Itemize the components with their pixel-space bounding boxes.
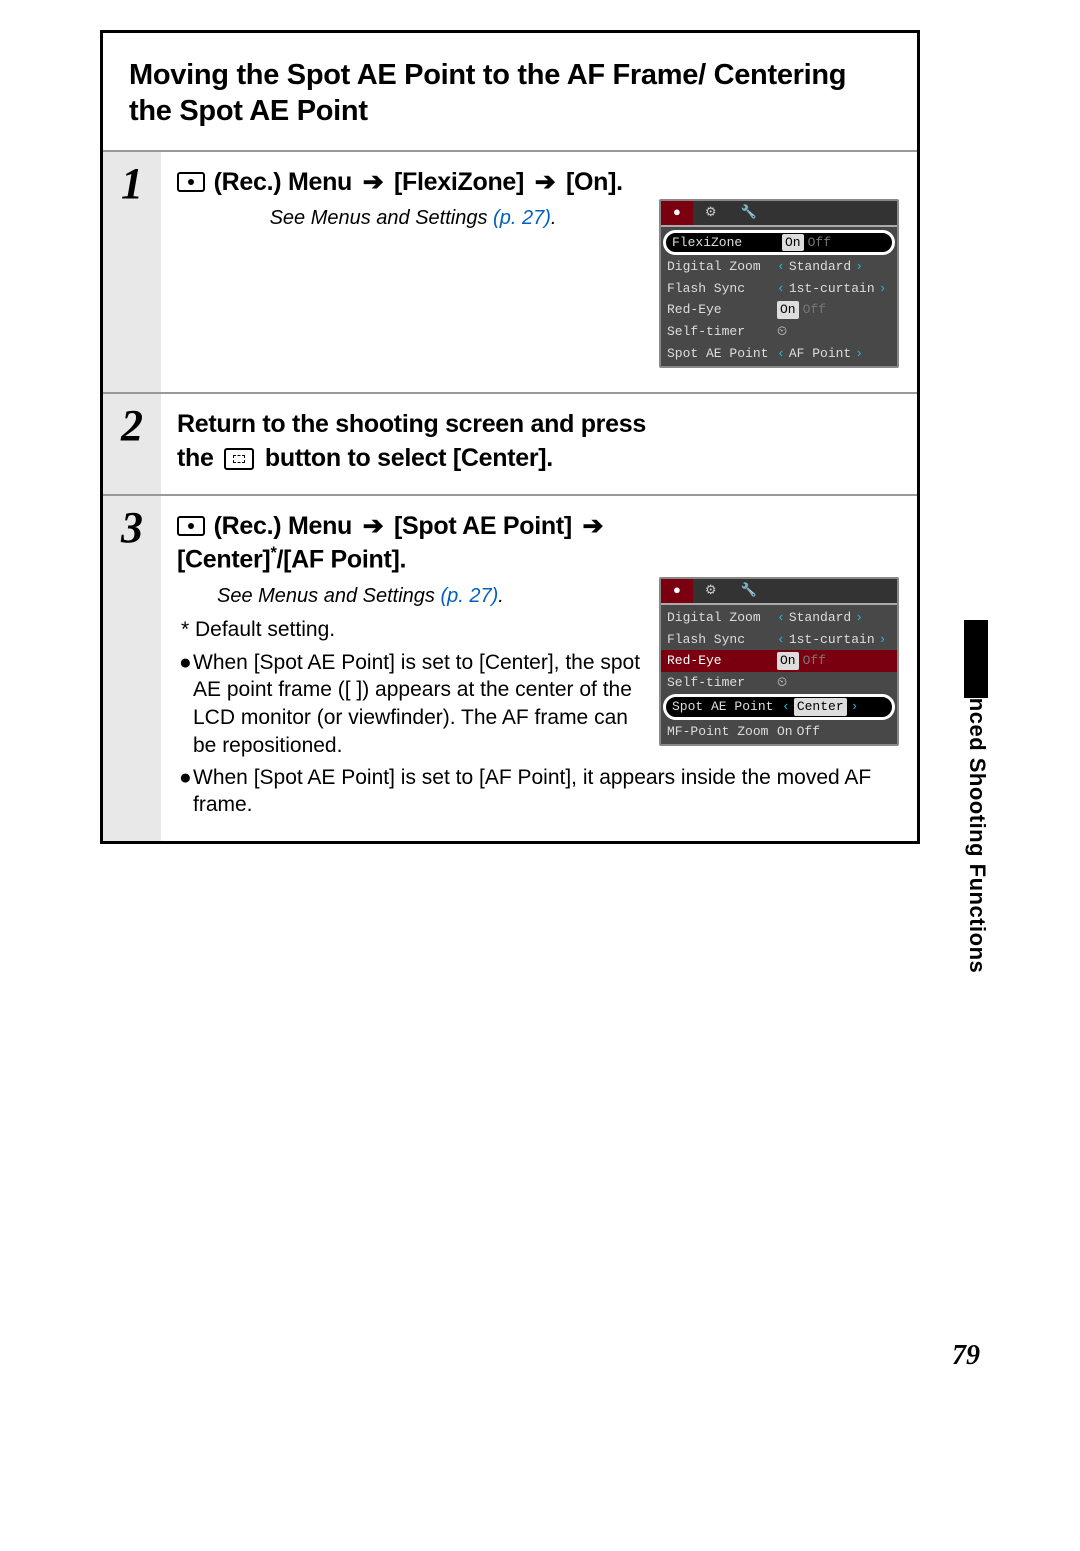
menu-row: Flash Sync ‹1st-curtain› (661, 629, 897, 651)
camera-rec-icon (177, 172, 205, 192)
menu-tab: ● (661, 201, 693, 225)
step-row: 1 (Rec.) Menu ➔ [FlexiZone] ➔ [On]. ● ⚙ … (103, 150, 917, 393)
bullet-text: When [Spot AE Point] is set to [AF Point… (193, 764, 899, 819)
menu-row: MF-Point Zoom On Off (661, 721, 897, 743)
list-item: ● When [Spot AE Point] is set to [Center… (177, 649, 649, 760)
menu-row: Digital Zoom ‹Standard› (661, 607, 897, 629)
steps-container: 1 (Rec.) Menu ➔ [FlexiZone] ➔ [On]. ● ⚙ … (103, 150, 917, 842)
menu-row-value: On Off (782, 234, 886, 252)
step-number: 2 (103, 394, 161, 494)
camera-menu-screenshot: ● ⚙ 🔧 FlexiZone On Off D (659, 199, 899, 368)
step-row: 3 (Rec.) Menu ➔ [Spot AE Point] ➔ [Cente… (103, 494, 917, 841)
arrow-right-icon: ➔ (363, 166, 384, 200)
bullet-text: When [Spot AE Point] is set to [Center],… (193, 649, 649, 760)
menu-row: Red-Eye OnOff (661, 299, 897, 321)
page-reference-link[interactable]: (p. 27) (440, 585, 498, 607)
bullet-icon: ● (177, 764, 193, 819)
menu-tabs: ● ⚙ 🔧 (661, 201, 897, 227)
menu-row-label: FlexiZone (672, 234, 782, 252)
arrow-right-icon: ➔ (583, 510, 604, 544)
step-number: 1 (103, 152, 161, 393)
menu-rows: Digital Zoom ‹Standard› Flash Sync ‹1st-… (661, 605, 897, 744)
arrow-right-icon: ➔ (363, 510, 384, 544)
step-row: 2 Return to the shooting screen and pres… (103, 392, 917, 494)
menu-row: Red-Eye OnOff (661, 650, 897, 672)
page-reference-link[interactable]: (p. 27) (493, 207, 551, 229)
step-heading: (Rec.) Menu ➔ [Spot AE Point] ➔ [Center]… (177, 510, 899, 578)
page-number: 79 (952, 1340, 980, 1372)
menu-row: Spot AE Point ‹Center› (663, 694, 895, 720)
af-frame-button-icon (224, 448, 254, 470)
camera-menu-screenshot: ● ⚙ 🔧 Digital Zoom ‹Standard› Flash Sync… (659, 577, 899, 746)
bullet-icon: ● (177, 649, 193, 760)
menu-path-item: [FlexiZone] (394, 168, 524, 196)
menu-row: Self-timer ⏲ (661, 672, 897, 694)
menu-row: Digital Zoom ‹Standard› (661, 256, 897, 278)
manual-page: Moving the Spot AE Point to the AF Frame… (100, 30, 920, 844)
menu-tab: ● (661, 579, 693, 603)
rec-menu-label: (Rec.) Menu (214, 168, 352, 196)
list-item: ● When [Spot AE Point] is set to [AF Poi… (177, 764, 899, 819)
step-body: (Rec.) Menu ➔ [Spot AE Point] ➔ [Center]… (161, 496, 917, 841)
menu-tab: 🔧 (728, 579, 768, 603)
menu-row: FlexiZone On Off (663, 230, 895, 256)
chapter-name: Advanced Shooting Functions (964, 642, 990, 973)
step-body: (Rec.) Menu ➔ [FlexiZone] ➔ [On]. ● ⚙ 🔧 … (161, 152, 917, 393)
menu-path-item: [On]. (566, 168, 623, 196)
menu-tabs: ● ⚙ 🔧 (661, 579, 897, 605)
step-heading: (Rec.) Menu ➔ [FlexiZone] ➔ [On]. (177, 166, 899, 200)
step-number: 3 (103, 496, 161, 841)
camera-rec-icon (177, 516, 205, 536)
step-body: Return to the shooting screen and press … (161, 394, 917, 494)
chapter-side-tab: Advanced Shooting Functions (958, 620, 988, 1070)
menu-row: Flash Sync ‹1st-curtain› (661, 278, 897, 300)
menu-rows: FlexiZone On Off Digital Zoom ‹Standard›… (661, 227, 897, 366)
menu-tab: ⚙ (693, 579, 729, 603)
menu-row: Self-timer ⏲ (661, 321, 897, 343)
step-heading: Return to the shooting screen and press … (177, 408, 899, 476)
menu-row: Spot AE Point ‹AF Point› (661, 343, 897, 365)
menu-tab: 🔧 (728, 201, 768, 225)
arrow-right-icon: ➔ (535, 166, 556, 200)
menu-tab: ⚙ (693, 201, 729, 225)
section-title: Moving the Spot AE Point to the AF Frame… (103, 33, 917, 150)
